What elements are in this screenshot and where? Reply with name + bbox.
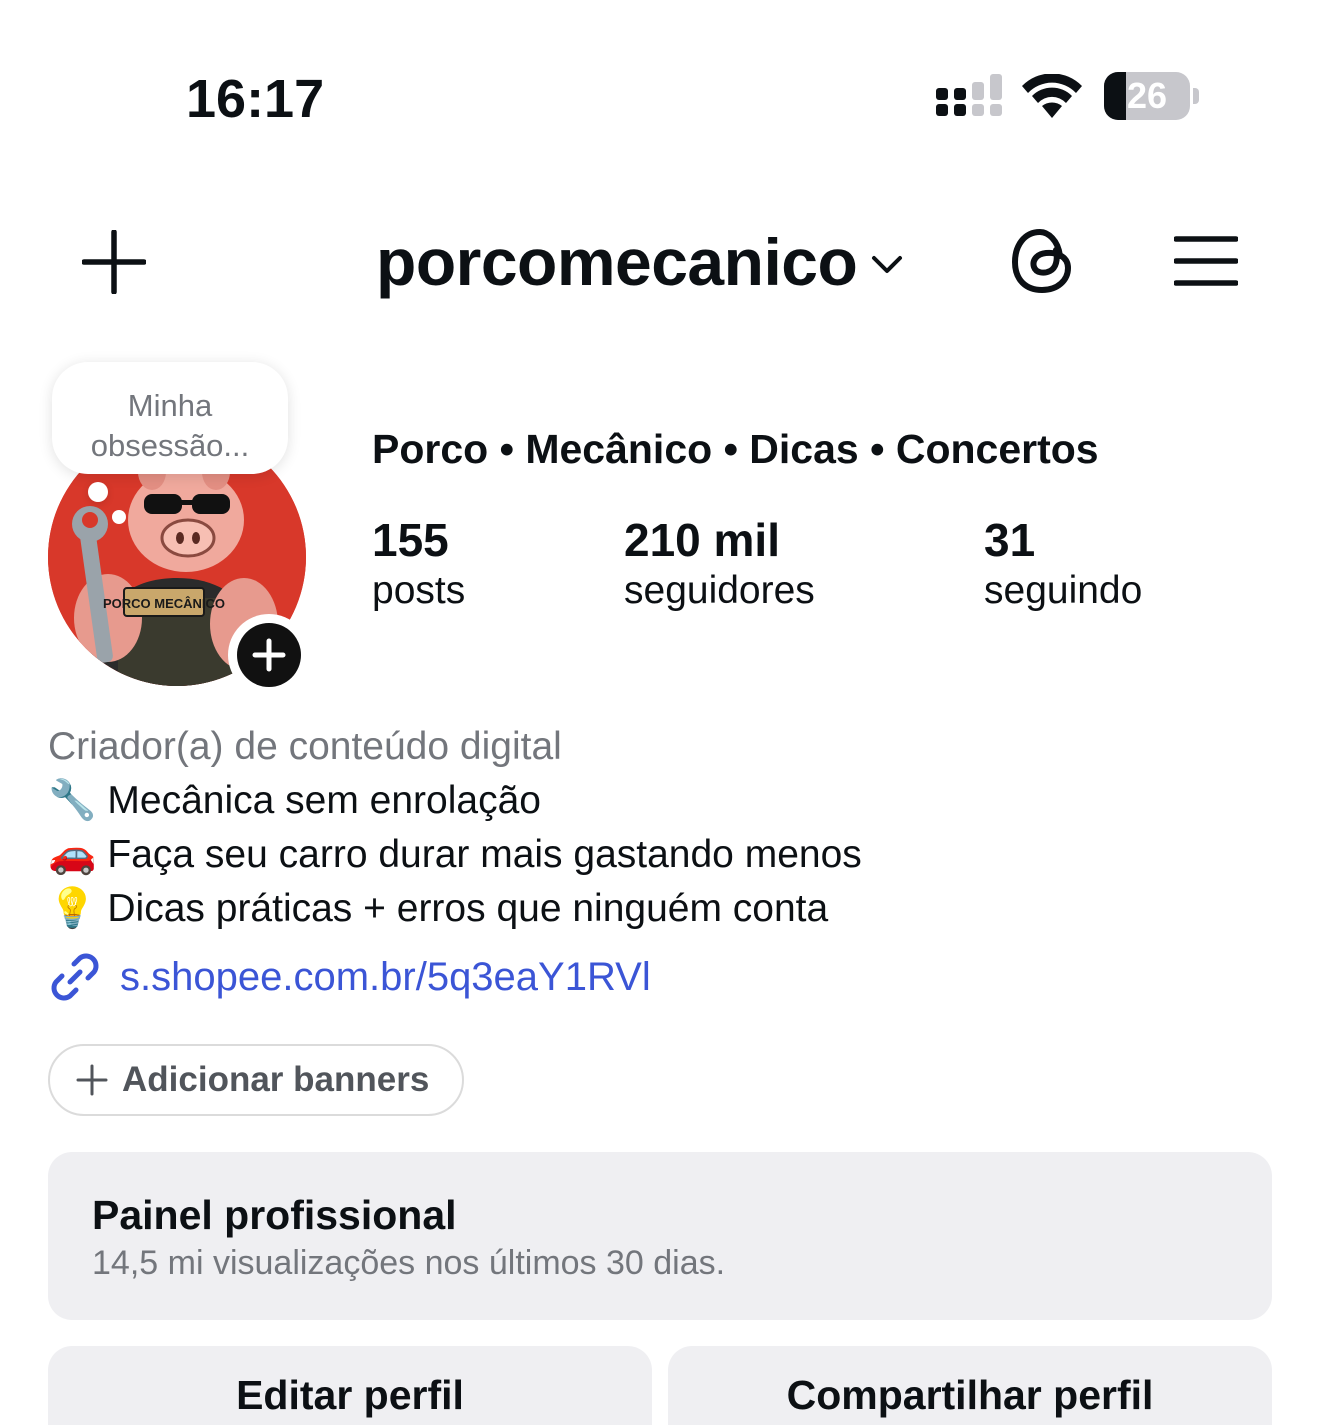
add-story-icon — [252, 638, 286, 672]
stat-value: 155 — [372, 514, 449, 566]
add-banners-button[interactable]: Adicionar banners — [48, 1044, 464, 1116]
stat-label: seguidores — [624, 569, 815, 612]
stat-posts[interactable]: 155 posts — [372, 514, 465, 616]
profile-header: porcomecanico — [0, 190, 1320, 340]
stat-label: posts — [372, 569, 466, 612]
signal-icon — [936, 74, 1002, 116]
edit-profile-button[interactable]: Editar perfil — [48, 1346, 652, 1425]
edit-profile-label: Editar perfil — [236, 1372, 464, 1418]
battery-level: 26 — [1126, 75, 1168, 116]
stat-label: seguindo — [984, 569, 1143, 612]
avatar-text: PORCO MECÂNICO — [103, 596, 225, 611]
share-profile-button[interactable]: Compartilhar perfil — [668, 1346, 1272, 1425]
status-bar: 16:17 26 — [0, 0, 1320, 190]
stat-following[interactable]: 31 seguindo — [984, 514, 1142, 616]
account-switcher[interactable]: porcomecanico — [376, 224, 903, 300]
professional-dashboard[interactable]: Painel profissional 14,5 mi visualizaçõe… — [48, 1152, 1272, 1320]
bio-line: 🚗 Faça seu carro durar mais gastando men… — [48, 833, 862, 876]
stat-followers[interactable]: 210 mil seguidores — [624, 514, 815, 616]
chevron-down-icon — [872, 256, 903, 273]
category-label: Criador(a) de conteúdo digital — [48, 725, 562, 768]
plus-icon — [76, 1064, 108, 1096]
full-name: Porco • Mecânico • Dicas • Concertos — [372, 426, 1099, 472]
panel-subtitle: 14,5 mi visualizações nos últimos 30 dia… — [92, 1244, 726, 1282]
panel-title: Painel profissional — [92, 1192, 457, 1238]
external-link[interactable]: s.shopee.com.br/5q3eaY1RVl — [48, 950, 651, 1004]
bio-line: 🔧 Mecânica sem enrolação — [48, 779, 541, 822]
wifi-icon — [1022, 74, 1082, 118]
note-dot — [88, 482, 108, 502]
bio: Criador(a) de conteúdo digital 🔧 Mecânic… — [48, 720, 862, 936]
battery-tip — [1193, 88, 1199, 104]
status-time: 16:17 — [186, 69, 325, 129]
plus-icon[interactable] — [82, 230, 146, 294]
note-bubble[interactable]: Minha obsessão... — [52, 362, 288, 474]
stat-value: 210 mil — [624, 514, 780, 566]
link-icon — [51, 953, 99, 1001]
threads-icon[interactable] — [1010, 226, 1076, 296]
note-text: Minha obsessão... — [90, 388, 250, 463]
link-text: s.shopee.com.br/5q3eaY1RVl — [120, 954, 651, 999]
note-dot — [112, 510, 126, 524]
add-story-button[interactable] — [228, 614, 310, 696]
menu-icon[interactable] — [1174, 234, 1238, 288]
add-banners-label: Adicionar banners — [122, 1060, 430, 1099]
battery-icon: 26 — [1104, 72, 1190, 120]
share-profile-label: Compartilhar perfil — [786, 1372, 1154, 1418]
bio-line: 💡 Dicas práticas + erros que ninguém con… — [48, 887, 829, 930]
username: porcomecanico — [376, 225, 858, 299]
stat-value: 31 — [984, 514, 1036, 566]
